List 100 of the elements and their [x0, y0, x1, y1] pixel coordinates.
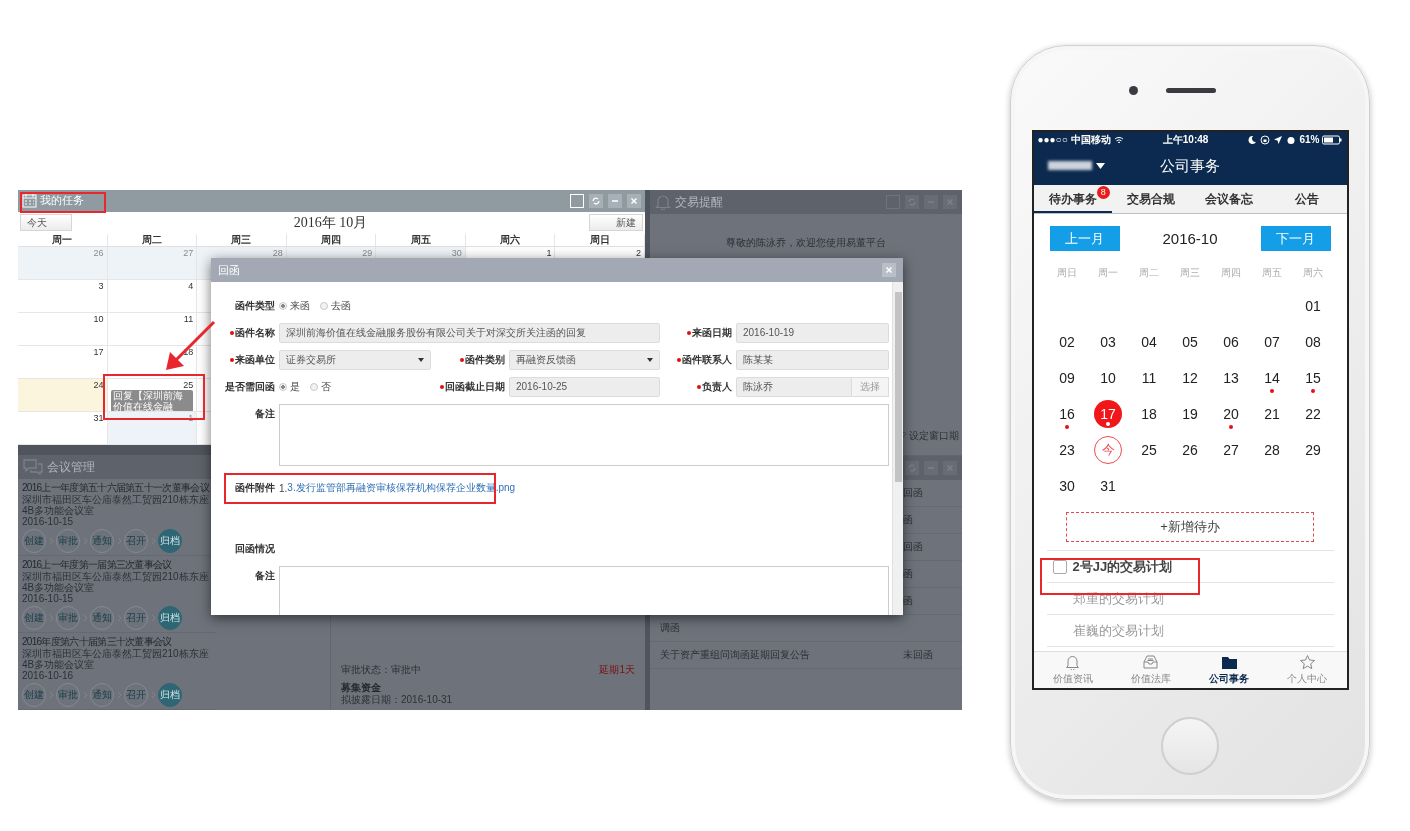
add-todo-button[interactable]: +新增待办 — [1066, 512, 1314, 542]
calendar-day[interactable]: 12 — [1176, 364, 1204, 392]
battery-icon — [1322, 134, 1343, 145]
new-button[interactable]: 新建 — [589, 214, 643, 232]
item-title: 募集资金 — [341, 682, 381, 694]
close-button[interactable] — [627, 193, 641, 208]
calendar-day[interactable]: 31 — [1094, 472, 1122, 500]
refresh-button[interactable] — [589, 193, 603, 208]
calendar-cell[interactable]: 11 — [107, 313, 198, 346]
screen-title: 公司事务 — [1160, 156, 1220, 176]
calendar-cell[interactable]: 4 — [107, 280, 198, 313]
tab[interactable]: 交易合规 — [1111, 185, 1190, 213]
panel-title: 我的任务 — [40, 193, 84, 209]
calendar-day[interactable]: 27 — [1217, 436, 1245, 464]
field-label: 函件类别 — [465, 353, 505, 367]
radio-label[interactable]: 去函 — [331, 299, 351, 313]
calendar-day[interactable]: 28 — [1258, 436, 1286, 464]
tab[interactable]: 公告 — [1268, 185, 1347, 213]
minimize-button[interactable] — [924, 195, 938, 209]
tab[interactable]: 待办事务 8 — [1033, 185, 1112, 213]
calendar-cell[interactable]: 31 — [18, 412, 108, 445]
radio-button[interactable] — [279, 302, 287, 310]
delay-label: 延期1天 — [599, 664, 635, 676]
calendar-day[interactable]: 02 — [1053, 328, 1081, 356]
radio-button[interactable] — [320, 302, 328, 310]
date-field[interactable]: 2016-10-19 — [736, 323, 889, 343]
calendar-day[interactable]: 16 — [1053, 400, 1081, 428]
calendar-cell[interactable]: 10 — [18, 313, 108, 346]
input-field[interactable]: 陈某某 — [736, 350, 889, 370]
radio-label[interactable]: 是 — [290, 380, 300, 394]
tab-bar-item[interactable]: 价值法库 — [1111, 652, 1190, 688]
scrollbar[interactable] — [892, 282, 903, 615]
calendar-day[interactable]: 04 — [1135, 328, 1163, 356]
calendar-day[interactable]: 29 — [1299, 436, 1327, 464]
calendar-cell[interactable]: 3 — [18, 280, 108, 313]
todo-item[interactable]: 2号JJ的交易计划 — [1072, 557, 1173, 576]
select-field[interactable]: 证券交易所 — [279, 350, 431, 370]
calendar-day[interactable]: 18 — [1135, 400, 1163, 428]
radio-label[interactable]: 否 — [321, 380, 331, 394]
caret-icon[interactable] — [1095, 162, 1105, 170]
chat-icon — [23, 459, 43, 475]
tab-bar-item[interactable]: 个人中心 — [1268, 652, 1347, 688]
weekday-header: 周二 — [107, 234, 198, 246]
date-field[interactable]: 2016-10-25 — [509, 377, 660, 397]
calendar-day[interactable]: 20 — [1217, 400, 1245, 428]
calendar-day[interactable]: 01 — [1299, 292, 1327, 320]
weekday-header: 周六 — [1302, 266, 1324, 280]
calendar-day[interactable]: 15 — [1299, 364, 1327, 392]
tab-bar-item[interactable]: 价值资讯 — [1033, 652, 1112, 688]
select-field[interactable]: 再融资反馈函 — [509, 350, 660, 370]
calendar-day[interactable]: 08 — [1299, 328, 1327, 356]
minimize-button[interactable] — [924, 461, 938, 475]
step-button[interactable]: 归档 — [158, 683, 182, 707]
calendar-day[interactable]: 19 — [1176, 400, 1204, 428]
calendar-day[interactable]: 06 — [1217, 328, 1245, 356]
caret-icon — [647, 358, 653, 362]
today-button[interactable]: 今天 — [20, 214, 72, 232]
tab[interactable]: 会议备忘 — [1190, 185, 1269, 213]
calendar-day[interactable]: 17 — [1094, 400, 1122, 428]
minimize-button[interactable] — [608, 193, 622, 208]
chevron-icon — [149, 691, 157, 699]
calendar-day[interactable]: 30 — [1053, 472, 1081, 500]
calendar-day[interactable]: 23 — [1053, 436, 1081, 464]
radio-label[interactable]: 来函 — [290, 299, 310, 313]
calendar-day[interactable]: 07 — [1258, 328, 1286, 356]
calendar-day[interactable]: 26 — [1176, 436, 1204, 464]
text-area[interactable] — [279, 404, 889, 466]
close-button[interactable] — [943, 461, 957, 475]
calendar-cell[interactable]: 24 — [18, 379, 108, 412]
step-button[interactable]: 归档 — [158, 529, 182, 553]
camera-dot — [1129, 86, 1138, 95]
meeting-date: 2016-10-15 — [22, 593, 75, 604]
input-field[interactable]: 陈泳乔 — [736, 377, 852, 397]
tab-bar-item[interactable]: 公司事务 — [1190, 652, 1269, 688]
letter-status: 未回函 — [903, 649, 933, 660]
refresh-button[interactable] — [905, 461, 919, 475]
close-button[interactable] — [943, 195, 957, 209]
calendar-day[interactable]: 05 — [1176, 328, 1204, 356]
input-field[interactable]: 深圳前海价值在线金融服务股份有限公司关于对深交所关注函的回复 — [279, 323, 660, 343]
calendar-day[interactable]: 09 — [1053, 364, 1081, 392]
clock-time: 上午10:48 — [1162, 132, 1209, 147]
calendar-cell[interactable]: 25 回复【深圳前海价值在线金融 — [107, 379, 198, 412]
refresh-button[interactable] — [905, 195, 919, 209]
calendar-day[interactable]: 13 — [1217, 364, 1245, 392]
radio-button[interactable] — [279, 383, 287, 391]
calendar-day[interactable]: 03 — [1094, 328, 1122, 356]
calendar-day[interactable]: 25 — [1135, 436, 1163, 464]
calendar-day[interactable]: 14 — [1258, 364, 1286, 392]
radio-button[interactable] — [310, 383, 318, 391]
step-button[interactable]: 归档 — [158, 606, 182, 630]
close-icon — [884, 265, 894, 275]
calendar-day[interactable]: 21 — [1258, 400, 1286, 428]
weekday-header: 周四 — [1220, 266, 1242, 280]
close-button[interactable] — [882, 263, 896, 277]
calendar-day[interactable]: 11 — [1135, 364, 1163, 392]
calendar-day[interactable]: 10 — [1094, 364, 1122, 392]
calendar-day[interactable]: 22 — [1299, 400, 1327, 428]
panel-title: 交易提醒 — [675, 193, 723, 211]
close-icon — [944, 462, 956, 474]
weekday-header: 周三 — [1179, 266, 1201, 280]
